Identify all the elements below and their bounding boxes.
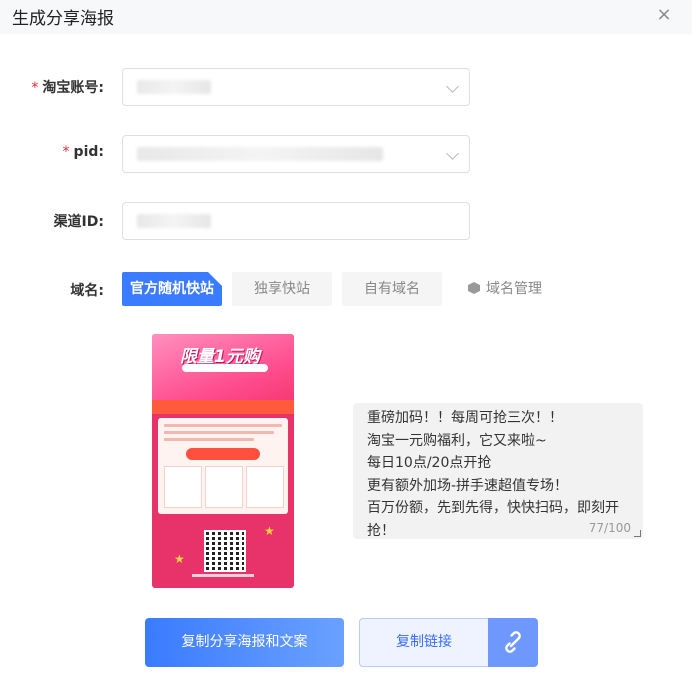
pid-label: * pid:	[62, 144, 104, 160]
pid-select[interactable]	[122, 135, 470, 173]
hexagon-icon	[468, 282, 480, 294]
star-icon: ★	[264, 524, 275, 538]
domain-manage-link[interactable]: 域名管理	[462, 272, 552, 306]
redacted-value	[137, 214, 211, 228]
dialog-title: 生成分享海报	[12, 9, 114, 29]
chevron-down-icon	[446, 147, 459, 160]
share-text-area[interactable]: 重磅加码！！每周可抢三次！！ 淘宝一元购福利，它又来啦~ 每日10点/20点开抢…	[353, 403, 643, 539]
poster-preview: 限量1元购 ★ ★	[152, 334, 294, 588]
domain-option-official[interactable]: 官方随机快站 ✓	[122, 272, 222, 306]
close-icon[interactable]: ×	[655, 6, 673, 24]
resize-handle[interactable]	[634, 530, 641, 537]
channel-input[interactable]	[122, 202, 470, 240]
qr-code	[204, 530, 246, 572]
channel-label: 渠道ID:	[53, 214, 104, 230]
domain-label: 域名:	[70, 283, 104, 299]
star-icon: ★	[174, 552, 185, 566]
check-icon: ✓	[212, 281, 221, 292]
account-label: * 淘宝账号:	[31, 80, 104, 96]
required-mark: *	[62, 144, 70, 160]
domain-option-custom[interactable]: 自有域名	[342, 272, 442, 306]
chevron-down-icon	[446, 80, 459, 93]
poster-product-card	[158, 418, 288, 514]
redacted-value	[137, 80, 211, 94]
dialog-header: 生成分享海报 ×	[0, 0, 692, 34]
redacted-value	[137, 147, 383, 161]
account-select[interactable]	[122, 68, 470, 106]
link-button[interactable]	[488, 618, 538, 667]
copy-link-button[interactable]: 复制链接	[359, 618, 488, 667]
required-mark: *	[31, 80, 39, 96]
link-icon	[505, 631, 521, 653]
char-count: 77/100	[588, 521, 631, 535]
domain-option-exclusive[interactable]: 独享快站	[232, 272, 332, 306]
copy-poster-button[interactable]: 复制分享海报和文案	[145, 618, 344, 667]
